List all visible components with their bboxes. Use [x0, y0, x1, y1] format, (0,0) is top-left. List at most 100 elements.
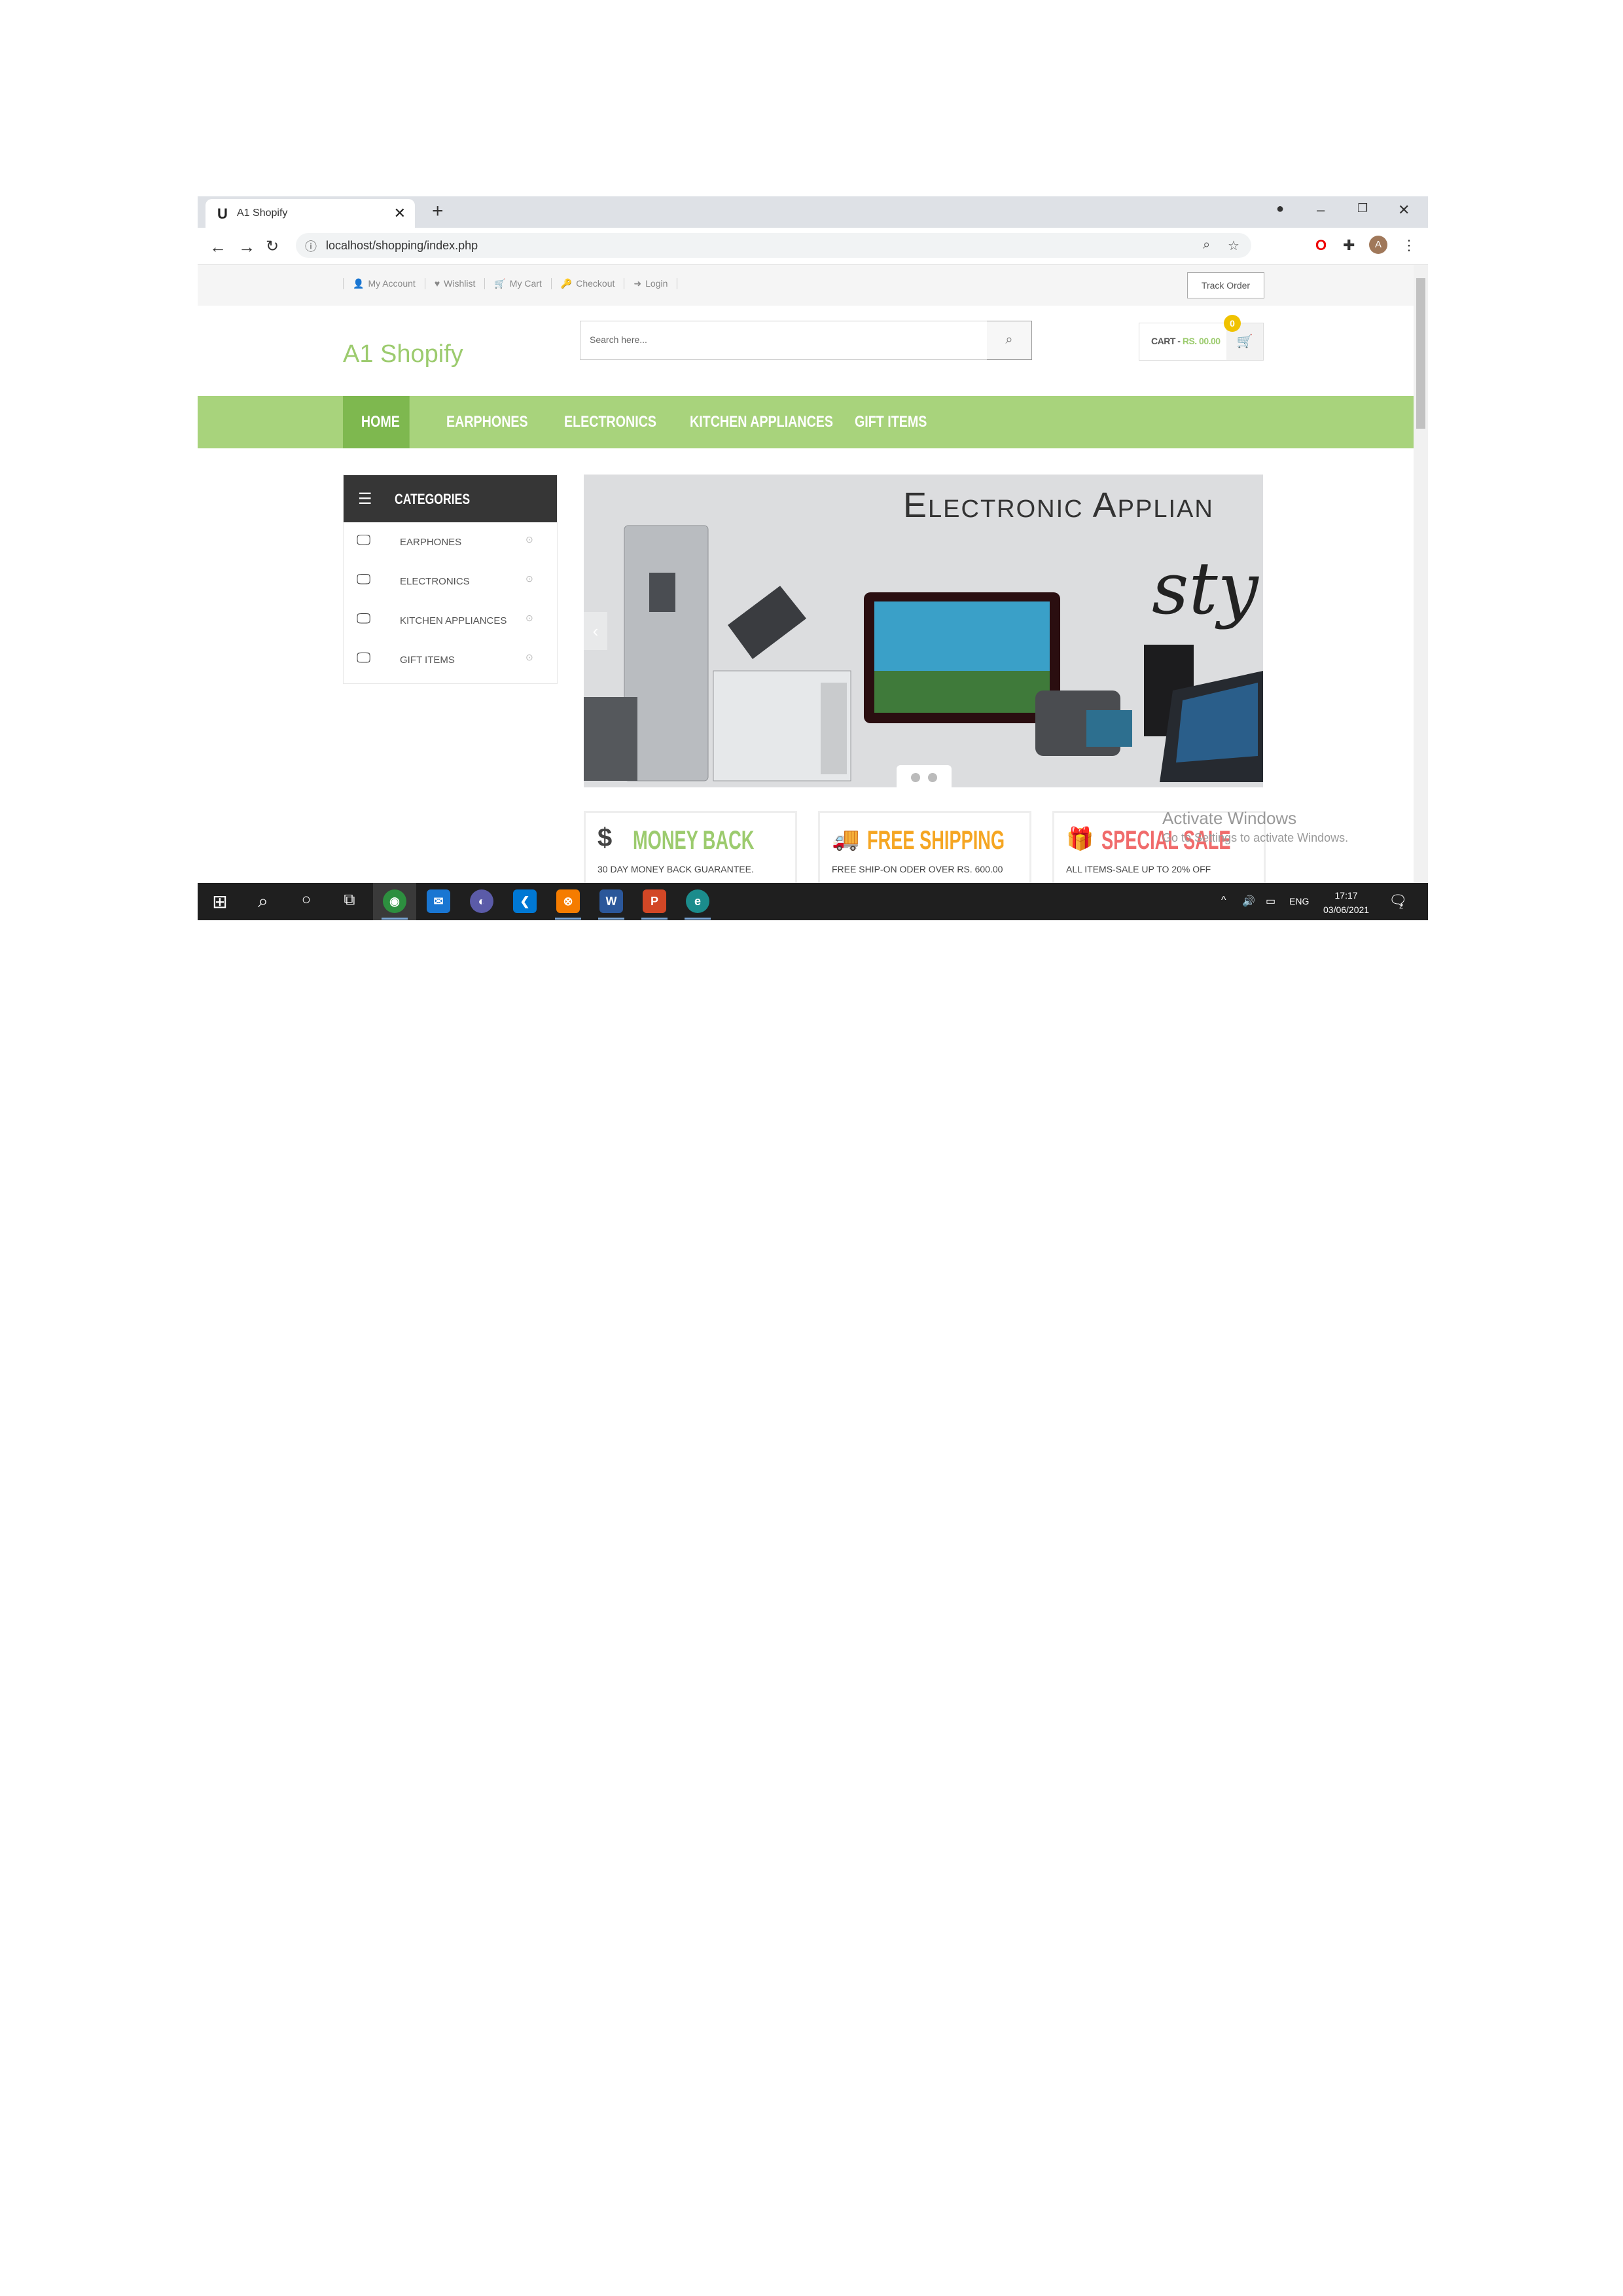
promo-money-back: $ MONEY BACK 30 DAY MONEY BACK GUARANTEE…	[584, 811, 797, 883]
hero-slider[interactable]: Electronic Applian sty ‹	[584, 475, 1263, 787]
my-cart-link[interactable]: 🛒 My Cart	[484, 278, 550, 289]
slide-title: Electronic Applian	[903, 486, 1214, 525]
close-tab-icon[interactable]: ✕	[394, 205, 406, 222]
search-placeholder: Search here...	[590, 334, 647, 345]
slider-dots	[897, 765, 952, 787]
clock-time: 17:17	[1334, 890, 1358, 901]
powerpoint-icon[interactable]: P	[643, 889, 666, 913]
new-tab-button[interactable]: +	[432, 200, 444, 223]
promo-text: 30 DAY MONEY BACK GUARANTEE.	[597, 864, 754, 874]
checkout-link[interactable]: 🔑 Checkout	[550, 278, 624, 289]
account-links: 👤 My Account ♥ Wishlist 🛒 My Cart 🔑 Checkout…	[343, 278, 678, 289]
nav-kitchen-appliances[interactable]: KITCHEN APPLIANCES	[690, 396, 833, 448]
cart-count-badge: 0	[1224, 315, 1241, 332]
tab-strip: U A1 Shopify ✕ + ● – ❐ ✕	[198, 196, 1428, 228]
opera-extension-icon[interactable]: O	[1315, 237, 1327, 254]
restore-button[interactable]: ❐	[1357, 202, 1368, 215]
extensions-puzzle-icon[interactable]: ✚	[1343, 237, 1355, 254]
forward-button[interactable]: →	[238, 237, 255, 257]
search-button[interactable]: ⌕	[987, 321, 1032, 360]
close-window-button[interactable]: ✕	[1398, 202, 1410, 219]
truck-icon: 🚚	[832, 827, 860, 852]
taskbar-open-indicator	[641, 918, 668, 920]
slider-dot[interactable]	[928, 773, 937, 782]
taskbar-open-indicator	[555, 918, 581, 920]
address-bar[interactable]: ⓘ localhost/shopping/index.php ⌕ ☆	[296, 233, 1251, 258]
notification-icon[interactable]: 🗨	[1389, 892, 1407, 909]
tab-search-icon[interactable]: ●	[1276, 202, 1284, 217]
cortana-icon[interactable]: ○	[292, 891, 321, 909]
page-viewport: 👤 My Account ♥ Wishlist 🛒 My Cart 🔑 Checkout…	[198, 265, 1414, 883]
chevron-circle-icon: ⊙	[526, 573, 533, 584]
edge-icon[interactable]: e	[686, 889, 709, 913]
site-logo[interactable]: A1 Shopify	[343, 340, 463, 368]
menu-kebab-icon[interactable]: ⋮	[1402, 237, 1416, 254]
windows-start-icon[interactable]: ⊞	[205, 891, 234, 912]
clock[interactable]: 17:17 03/06/2021	[1323, 888, 1369, 917]
windows-taskbar: ⊞ ⌕ ○ ⧉ ◉ ✉ ◐ ❮ ⊗ W P e ^ 🔊 ▭ ENG 17:17 …	[198, 883, 1428, 920]
notification-count: 2	[1399, 903, 1404, 910]
nav-gift-items[interactable]: GIFT ITEMS	[855, 396, 927, 448]
tab-title: A1 Shopify	[237, 207, 288, 219]
taskbar-active-indicator	[382, 918, 408, 920]
nav-home[interactable]: HOME	[343, 396, 410, 448]
category-electronics[interactable]: 🖵 ELECTRONICS ⊙	[344, 562, 557, 601]
tray-chevron-icon[interactable]: ^	[1221, 895, 1226, 906]
search-input[interactable]: Search here...	[580, 321, 988, 360]
promo-title: MONEY BACK	[633, 826, 755, 855]
nav-electronics[interactable]: ELECTRONICS	[564, 396, 656, 448]
slider-prev-button[interactable]: ‹	[584, 612, 607, 650]
volume-icon[interactable]: 🔊	[1242, 895, 1255, 908]
task-view-icon[interactable]: ⧉	[335, 891, 364, 909]
promo-title: FREE SHIPPING	[867, 826, 1005, 855]
category-gift-items[interactable]: 🖵 GIFT ITEMS ⊙	[344, 640, 557, 679]
track-order-button[interactable]: Track Order	[1187, 272, 1264, 298]
promo-free-shipping: 🚚 FREE SHIPPING FREE SHIP-ON ODER OVER R…	[818, 811, 1031, 883]
profile-avatar[interactable]: A	[1369, 236, 1387, 254]
user-icon: 👤	[353, 278, 365, 289]
back-button[interactable]: ←	[209, 237, 226, 257]
language-indicator[interactable]: ENG	[1289, 896, 1309, 906]
categories-title: CATEGORIES	[395, 491, 471, 507]
chrome-icon[interactable]: ◉	[383, 889, 406, 913]
cart-summary[interactable]: CART - RS. 00.00	[1139, 323, 1228, 361]
vscode-icon[interactable]: ❮	[513, 889, 537, 913]
search-icon[interactable]: ⌕	[249, 891, 277, 912]
page-scrollbar[interactable]	[1414, 265, 1428, 883]
info-icon[interactable]: ⓘ	[305, 238, 317, 255]
network-icon[interactable]: ▭	[1266, 895, 1275, 908]
search-icon: ⌕	[1005, 332, 1013, 347]
login-icon: ➜	[633, 278, 642, 289]
scrollbar-thumb[interactable]	[1416, 278, 1425, 429]
categories-panel: ☰ CATEGORIES 🖵 EARPHONES ⊙ 🖵 ELECTRONICS…	[343, 475, 558, 684]
login-link[interactable]: ➜ Login	[624, 278, 678, 289]
nav-earphones[interactable]: EARPHONES	[446, 396, 528, 448]
top-bar: 👤 My Account ♥ Wishlist 🛒 My Cart 🔑 Checkout…	[198, 265, 1414, 306]
chevron-circle-icon: ⊙	[526, 534, 533, 545]
slider-dot[interactable]	[911, 773, 920, 782]
browser-tab[interactable]: U A1 Shopify ✕	[205, 199, 415, 228]
minimize-button[interactable]: –	[1317, 202, 1325, 219]
favicon-icon: U	[217, 206, 228, 222]
category-kitchen-appliances[interactable]: 🖵 KITCHEN APPLIANCES ⊙	[344, 601, 557, 640]
wishlist-link[interactable]: ♥ Wishlist	[424, 278, 485, 289]
bookmark-star-icon[interactable]: ☆	[1228, 238, 1240, 254]
categories-header: ☰ CATEGORIES	[344, 475, 557, 522]
mail-icon[interactable]: ✉	[427, 889, 450, 913]
monitor-icon: 🖵	[357, 571, 371, 587]
word-icon[interactable]: W	[599, 889, 623, 913]
zoom-icon[interactable]: ⌕	[1203, 238, 1210, 253]
cart-total: RS. 00.00	[1182, 336, 1221, 346]
monitor-icon: 🖵	[357, 610, 371, 626]
dollar-icon: $	[597, 823, 613, 852]
reload-button[interactable]: ↻	[266, 237, 279, 256]
media-icon[interactable]: ◐	[470, 889, 493, 913]
gift-icon: 🎁	[1066, 827, 1094, 852]
chevron-circle-icon: ⊙	[526, 652, 533, 662]
list-icon: ☰	[358, 490, 372, 508]
monitor-icon: 🖵	[357, 531, 371, 548]
url-text: localhost/shopping/index.php	[326, 239, 478, 252]
xampp-icon[interactable]: ⊗	[556, 889, 580, 913]
my-account-link[interactable]: 👤 My Account	[343, 278, 425, 289]
category-earphones[interactable]: 🖵 EARPHONES ⊙	[344, 522, 557, 562]
